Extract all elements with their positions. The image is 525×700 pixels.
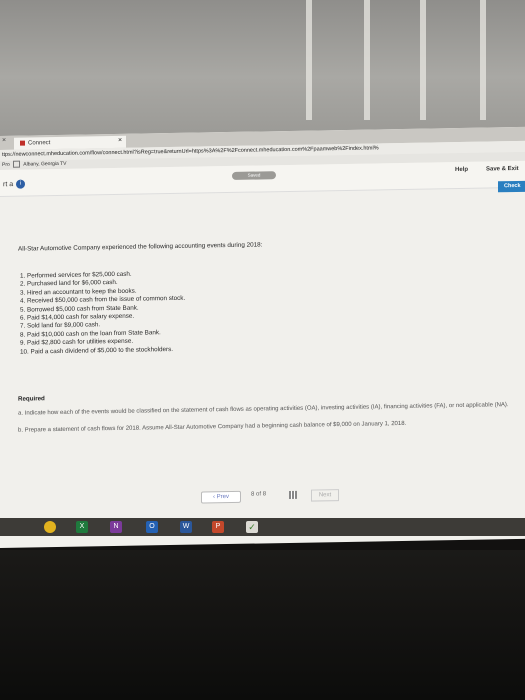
part-label: rt ai xyxy=(3,179,26,189)
pagination: ‹ Prev 8 of 8 Next xyxy=(201,487,341,504)
part-label-text: rt a xyxy=(3,181,14,189)
prev-button[interactable]: ‹ Prev xyxy=(201,490,241,504)
bookmark-albany[interactable]: Albany, Georgia TV xyxy=(23,161,66,168)
save-exit-button[interactable]: Save & Exit xyxy=(486,166,519,173)
bookmark-pro[interactable]: Pro xyxy=(2,162,10,168)
tab-title: Connect xyxy=(28,140,51,147)
requirement-a: a. Indicate how each of the events would… xyxy=(18,402,509,417)
bookmark-icon xyxy=(13,160,21,168)
page-indicator: 8 of 8 xyxy=(251,491,266,497)
taskbar: X N O W P ✓ xyxy=(0,518,525,536)
outlook-icon[interactable]: O xyxy=(146,521,158,533)
light-stripe xyxy=(364,0,370,120)
powerpoint-icon[interactable]: P xyxy=(212,521,224,533)
requirement-b: b. Prepare a statement of cash flows for… xyxy=(18,420,407,434)
saved-status-badge: Saved xyxy=(232,171,276,180)
excel-icon[interactable]: X xyxy=(76,521,88,533)
page-total: 8 xyxy=(262,491,267,498)
connect-favicon-icon xyxy=(20,140,25,146)
next-button[interactable]: Next xyxy=(311,489,339,502)
onenote-icon[interactable]: N xyxy=(110,521,122,533)
required-heading: Required xyxy=(18,395,45,403)
grid-view-icon[interactable] xyxy=(289,490,297,499)
light-stripe xyxy=(306,0,312,120)
close-window-icon[interactable]: × xyxy=(2,137,6,144)
check-button[interactable]: Check xyxy=(498,180,525,193)
light-stripe xyxy=(420,0,426,120)
monitor-bezel xyxy=(0,550,525,700)
word-icon[interactable]: W xyxy=(180,521,192,533)
events-list: 1. Performed services for $25,000 cash. … xyxy=(18,264,518,357)
light-stripe xyxy=(480,0,486,120)
problem-intro: All-Star Automotive Company experienced … xyxy=(18,241,263,253)
background-wall xyxy=(0,0,525,140)
info-icon[interactable]: i xyxy=(16,179,26,189)
help-button[interactable]: Help xyxy=(455,167,468,173)
chrome-icon[interactable] xyxy=(44,521,56,533)
problem-content: All-Star Automotive Company experienced … xyxy=(18,237,518,357)
monitor-screen: × Connect × ttps://newconnect.mheducatio… xyxy=(0,126,525,548)
tab-close-icon[interactable]: × xyxy=(118,137,122,144)
page-current: 8 xyxy=(251,491,255,498)
check-mark-icon[interactable]: ✓ xyxy=(246,521,258,533)
page-of: of xyxy=(256,491,262,498)
